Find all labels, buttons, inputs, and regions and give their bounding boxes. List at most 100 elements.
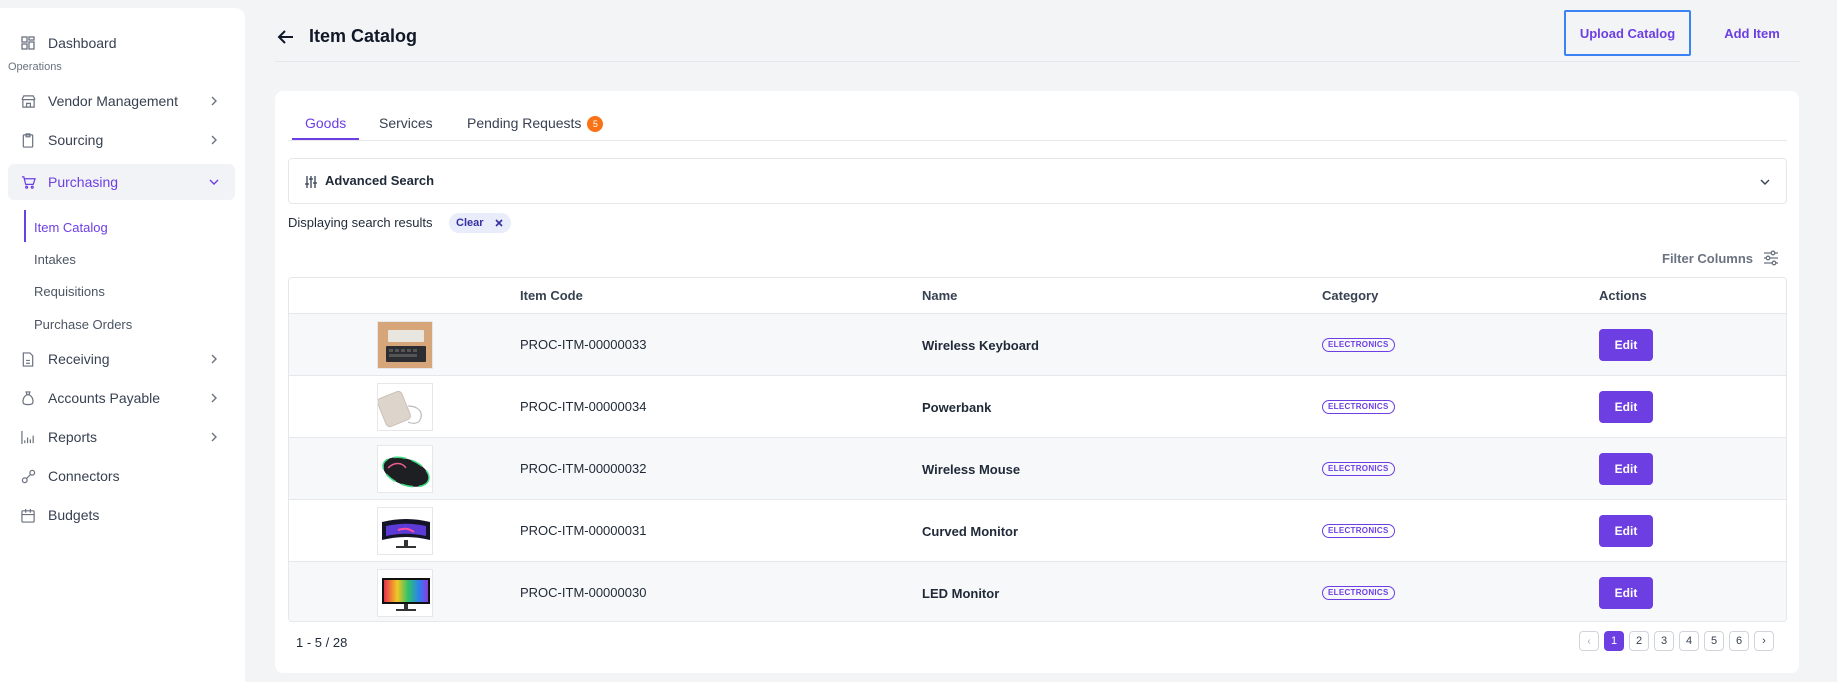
sidebar-item-label: Receiving <box>48 351 110 367</box>
item-thumbnail <box>377 383 433 431</box>
section-label: Operations <box>8 61 62 73</box>
divider <box>288 140 1787 141</box>
edit-button[interactable]: Edit <box>1599 577 1653 609</box>
table-row: PROC-ITM-00000034 Powerbank ELECTRONICS … <box>289 376 1786 438</box>
edit-button[interactable]: Edit <box>1599 453 1653 485</box>
tab-services[interactable]: Services <box>379 115 433 131</box>
page-button-3[interactable]: 3 <box>1654 631 1674 651</box>
sidebar-item-label: Budgets <box>48 507 100 523</box>
advanced-search-toggle[interactable]: Advanced Search <box>288 158 1787 204</box>
page-header: Item Catalog Upload Catalog Add Item <box>275 0 1800 62</box>
tab-goods[interactable]: Goods <box>305 115 346 131</box>
sub-item-requisitions[interactable]: Requisitions <box>34 284 105 299</box>
table-row: PROC-ITM-00000031 Curved Monitor ELECTRO… <box>289 500 1786 562</box>
chart-icon <box>20 429 36 445</box>
sidebar-item-receiving[interactable]: Receiving <box>8 341 235 377</box>
chevron-down-icon <box>1758 175 1772 189</box>
close-icon[interactable] <box>494 218 504 228</box>
chevron-right-icon <box>207 391 221 405</box>
sidebar-item-label: Sourcing <box>48 132 104 148</box>
clear-search-chip[interactable]: Clear <box>449 213 511 233</box>
page-button-4[interactable]: 4 <box>1679 631 1699 651</box>
category-badge: ELECTRONICS <box>1322 586 1395 600</box>
next-page-button[interactable]: › <box>1754 631 1774 651</box>
clipboard-icon <box>20 132 36 148</box>
cart-icon <box>20 174 36 190</box>
upload-catalog-button[interactable]: Upload Catalog <box>1564 10 1691 56</box>
sidebar-item-connectors[interactable]: Connectors <box>8 458 235 494</box>
category-badge: ELECTRONICS <box>1322 400 1395 414</box>
table-row: PROC-ITM-00000032 Wireless Mouse ELECTRO… <box>289 438 1786 500</box>
edit-button[interactable]: Edit <box>1599 515 1653 547</box>
tab-label: Pending Requests <box>467 115 582 131</box>
add-item-button[interactable]: Add Item <box>1707 10 1797 56</box>
item-name: Powerbank <box>922 400 992 415</box>
sidebar-item-dashboard[interactable]: Dashboard <box>8 25 235 61</box>
sidebar-item-label: Connectors <box>48 468 120 484</box>
page-button-5[interactable]: 5 <box>1704 631 1724 651</box>
chevron-right-icon <box>207 133 221 147</box>
sidebar-item-label: Dashboard <box>48 35 117 51</box>
page-button-1[interactable]: 1 <box>1604 631 1624 651</box>
item-code: PROC-ITM-00000033 <box>520 337 647 352</box>
filter-columns-button[interactable]: Filter Columns <box>1662 250 1779 266</box>
item-thumbnail <box>377 507 433 555</box>
sidebar-item-budgets[interactable]: Budgets <box>8 497 235 533</box>
item-code: PROC-ITM-00000030 <box>520 585 647 600</box>
item-thumbnail <box>377 321 433 369</box>
edit-button[interactable]: Edit <box>1599 329 1653 361</box>
pagination-summary: 1 - 5 / 28 <box>296 635 348 650</box>
clear-label: Clear <box>456 217 484 229</box>
item-code: PROC-ITM-00000031 <box>520 523 647 538</box>
sidebar-item-label: Accounts Payable <box>48 390 161 406</box>
chevron-down-icon <box>207 175 221 189</box>
table-header: Item Code Name Category Actions <box>289 278 1786 314</box>
chevron-right-icon <box>207 430 221 444</box>
sidebar-item-label: Vendor Management <box>48 93 178 109</box>
calendar-icon <box>20 507 36 523</box>
catalog-card: Goods Services Pending Requests 5 Advance… <box>275 91 1799 673</box>
pending-count-badge: 5 <box>587 116 604 133</box>
edit-button[interactable]: Edit <box>1599 391 1653 423</box>
sidebar-item-purchasing[interactable]: Purchasing <box>8 164 235 200</box>
item-name: Curved Monitor <box>922 524 1019 539</box>
back-arrow-icon[interactable] <box>276 27 296 47</box>
item-thumbnail <box>377 445 433 493</box>
sub-item-item-catalog[interactable]: Item Catalog <box>34 220 108 235</box>
money-bag-icon <box>20 390 36 406</box>
sub-item-intakes[interactable]: Intakes <box>34 252 76 267</box>
page-button-2[interactable]: 2 <box>1629 631 1649 651</box>
advanced-search-label: Advanced Search <box>325 173 435 188</box>
sliders-icon <box>304 175 318 189</box>
results-text: Displaying search results <box>288 215 433 230</box>
item-thumbnail <box>377 569 433 617</box>
sidebar-item-reports[interactable]: Reports <box>8 419 235 455</box>
column-header-category: Category <box>1322 288 1379 303</box>
page-title: Item Catalog <box>309 26 418 46</box>
sub-item-purchase-orders[interactable]: Purchase Orders <box>34 317 132 332</box>
tab-pending-requests[interactable]: Pending Requests 5 <box>467 115 604 133</box>
sidebar-item-vendor-management[interactable]: Vendor Management <box>8 83 235 119</box>
sidebar-item-sourcing[interactable]: Sourcing <box>8 122 235 158</box>
document-icon <box>20 351 36 367</box>
chevron-right-icon <box>207 94 221 108</box>
item-name: LED Monitor <box>922 586 1000 601</box>
category-badge: ELECTRONICS <box>1322 338 1395 352</box>
previous-page-button[interactable]: ‹ <box>1579 631 1599 651</box>
category-badge: ELECTRONICS <box>1322 524 1395 538</box>
chevron-right-icon <box>207 352 221 366</box>
item-code: PROC-ITM-00000032 <box>520 461 647 476</box>
column-header-item-code: Item Code <box>520 288 583 303</box>
active-indicator <box>24 210 26 242</box>
category-badge: ELECTRONICS <box>1322 462 1395 476</box>
sidebar-item-label: Reports <box>48 429 98 445</box>
pagination: ‹ 1 2 3 4 5 6 › <box>1579 631 1779 651</box>
page-button-6[interactable]: 6 <box>1729 631 1749 651</box>
grid-icon <box>20 35 36 51</box>
column-header-name: Name <box>922 288 958 303</box>
sidebar-item-accounts-payable[interactable]: Accounts Payable <box>8 380 235 416</box>
filter-columns-label: Filter Columns <box>1662 250 1754 266</box>
items-table: Item Code Name Category Actions PROC-ITM… <box>288 277 1787 622</box>
item-code: PROC-ITM-00000034 <box>520 399 647 414</box>
item-name: Wireless Keyboard <box>922 338 1039 353</box>
